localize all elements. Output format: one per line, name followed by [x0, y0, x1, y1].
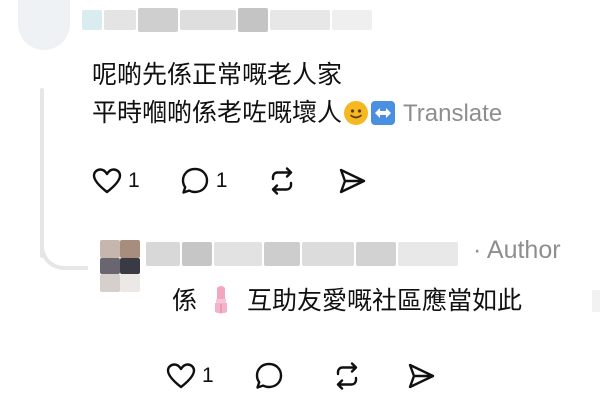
reply-share-button[interactable]	[406, 360, 436, 392]
share-button[interactable]	[337, 165, 367, 197]
slightly-smiling-face-emoji	[344, 101, 369, 125]
reply-repost-button[interactable]	[332, 360, 362, 392]
reply-button[interactable]: 1	[180, 165, 228, 197]
username-blurred-reply[interactable]	[146, 240, 464, 268]
repost-button[interactable]	[267, 165, 297, 197]
avatar-blurred-reply[interactable]	[100, 240, 140, 292]
translate-link[interactable]: Translate	[403, 100, 502, 127]
comment-text-1: 呢啲先係正常嘅老人家	[92, 60, 343, 89]
left-right-arrow-emoji	[371, 101, 396, 125]
like-button[interactable]: 1	[92, 165, 140, 197]
reply-text-suffix: 互助友愛嘅社區應當如此	[247, 286, 523, 315]
reply-reply-button[interactable]	[254, 360, 284, 392]
thread-connector-curve	[40, 230, 88, 270]
heart-icon	[92, 168, 122, 194]
comment-text-2: 平時嗰啲係老咗嘅壞人	[92, 98, 343, 127]
lipstick-emoji	[215, 286, 228, 314]
reply-actions: 1	[166, 360, 476, 392]
comment-bubble-icon	[181, 167, 208, 194]
comment-actions: 1 1	[92, 165, 407, 197]
comment-text-line1: 呢啲先係正常嘅老人家	[92, 58, 342, 92]
reply-like-button[interactable]: 1	[166, 360, 214, 392]
reply-like-count: 1	[202, 364, 214, 387]
comment-text-line2: 平時嗰啲係老咗嘅壞人 Translate	[92, 96, 502, 131]
heart-icon	[166, 363, 196, 389]
reply-count: 1	[215, 169, 228, 192]
like-count: 1	[128, 169, 140, 192]
send-icon	[340, 168, 366, 194]
repost-icon	[336, 362, 357, 390]
avatar-blurred-top[interactable]	[18, 0, 70, 50]
username-blurred-top[interactable]	[82, 6, 382, 34]
send-icon	[408, 363, 434, 389]
comment-bubble-icon	[255, 362, 282, 389]
edge-artifact	[592, 290, 600, 312]
repost-icon	[272, 167, 293, 195]
reply-text-prefix: 係	[172, 286, 198, 315]
author-tag: · Author	[473, 236, 561, 264]
reply-text-line: 係 互助友愛嘅社區應當如此	[172, 284, 522, 318]
